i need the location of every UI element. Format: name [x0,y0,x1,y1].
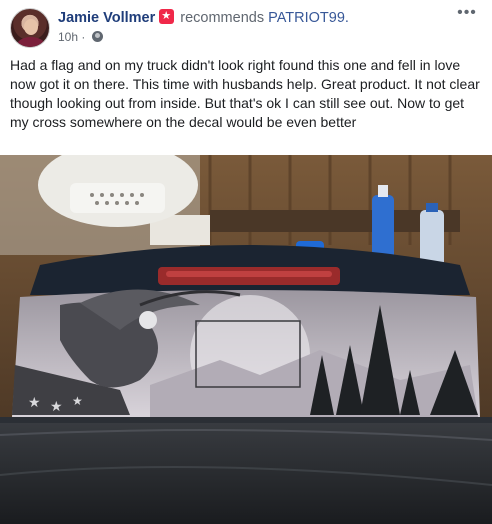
meta-separator: · [81,30,86,44]
recommends-verb: recommends [180,10,265,26]
light-fixture-front [70,183,165,213]
globe-icon [91,31,103,42]
avatar-face [24,19,38,35]
post-title-line: Jamie Vollmer recommends PATRIOT99. [58,9,349,26]
author-name[interactable]: Jamie Vollmer [58,10,155,26]
recommendation-badge-icon [159,9,175,24]
more-options-icon[interactable]: ••• [456,5,478,22]
avatar[interactable] [10,8,50,48]
svg-text:★: ★ [28,394,41,410]
post-header: Jamie Vollmer recommends PATRIOT99. 10h ·… [10,5,482,48]
post-meta: 10h · [58,30,103,44]
post-photo[interactable]: ★ ★ ★ [0,155,492,524]
svg-text:★: ★ [72,394,83,408]
truck-decal-photo: ★ ★ ★ [0,155,492,524]
avatar-shirt [17,37,45,47]
page-link[interactable]: PATRIOT99. [268,10,349,26]
post-time[interactable]: 10h [58,30,78,44]
svg-text:★: ★ [50,398,63,414]
decal-eagle-head [139,311,157,329]
post-text: Had a flag and on my truck didn't look r… [10,57,480,130]
